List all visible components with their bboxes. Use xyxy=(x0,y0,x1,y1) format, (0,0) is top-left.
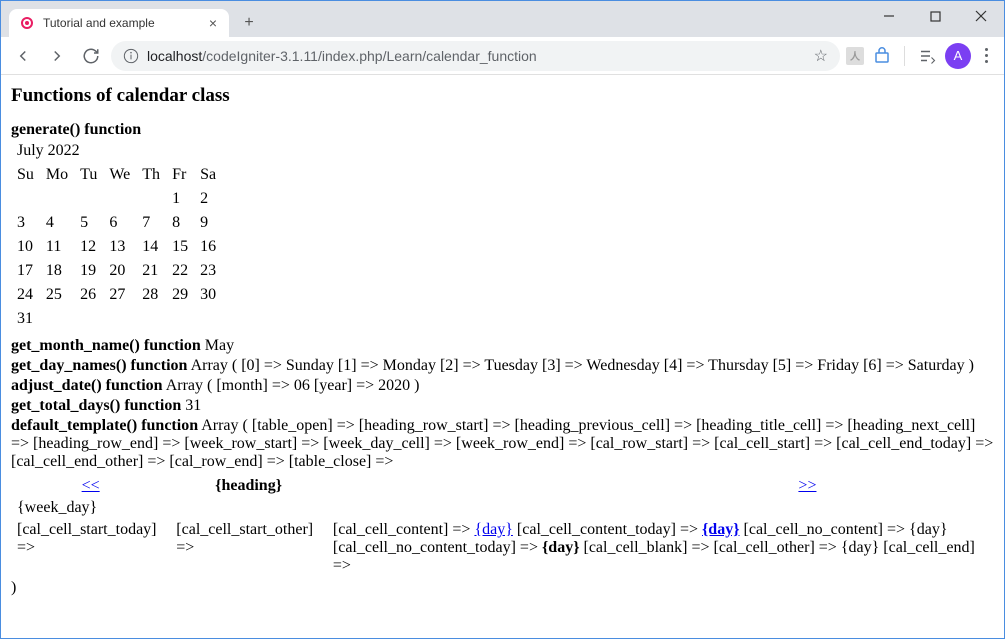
get-month-name-value: May xyxy=(205,337,234,354)
get-total-days-value: 31 xyxy=(185,397,201,414)
template-table: << {heading} >> {week_day} [cal_cell_sta… xyxy=(11,475,994,577)
adjust-date-value: Array ( [month] => 06 [year] => 2020 ) xyxy=(166,377,420,394)
browser-toolbar: localhost/codeIgniter-3.1.11/index.php/L… xyxy=(1,37,1004,75)
back-button[interactable] xyxy=(9,42,37,70)
prev-link[interactable]: << xyxy=(82,477,100,494)
calendar-week-row: 24252627282930 xyxy=(11,283,222,307)
get-day-names-label: get_day_names() function xyxy=(11,357,187,374)
adjust-date-label: adjust_date() function xyxy=(11,377,163,394)
day-link[interactable]: {day} xyxy=(474,521,512,538)
calendar-week-row: 10111213141516 xyxy=(11,235,222,259)
template-close-paren: ) xyxy=(11,579,994,597)
window-close[interactable] xyxy=(958,1,1004,31)
tab-strip: Tutorial and example × + xyxy=(1,1,1004,37)
tab-title: Tutorial and example xyxy=(43,16,199,30)
get-day-names-value: Array ( [0] => Sunday [1] => Monday [2] … xyxy=(191,357,974,374)
calendar-daynames-row: SuMoTuWeThFrSa xyxy=(11,163,222,187)
bookmark-star-icon[interactable]: ☆ xyxy=(814,46,828,66)
template-heading: {heading} xyxy=(215,477,282,494)
template-cell-content: [cal_cell_content] => {day} [cal_cell_co… xyxy=(327,519,994,577)
reload-button[interactable] xyxy=(77,42,105,70)
forward-button[interactable] xyxy=(43,42,71,70)
get-month-name-label: get_month_name() function xyxy=(11,337,201,354)
toolbar-divider xyxy=(904,46,905,66)
generate-function-label: generate() function xyxy=(11,121,141,138)
calendar-week-row: 12 xyxy=(11,187,222,211)
address-bar[interactable]: localhost/codeIgniter-3.1.11/index.php/L… xyxy=(111,41,840,71)
template-weekday: {week_day} xyxy=(11,497,994,519)
new-tab-button[interactable]: + xyxy=(235,9,263,37)
page-content: Functions of calendar class generate() f… xyxy=(1,75,1004,638)
browser-menu-icon[interactable] xyxy=(977,48,996,63)
get-total-days-label: get_total_days() function xyxy=(11,397,181,414)
reading-list-icon[interactable] xyxy=(915,44,939,68)
site-info-icon[interactable] xyxy=(123,48,139,64)
page-title: Functions of calendar class xyxy=(11,85,994,107)
calendar-week-row: 31 xyxy=(11,307,222,331)
extension-icon[interactable] xyxy=(870,44,894,68)
template-cell-start-today: [cal_cell_start_today] => xyxy=(11,519,170,577)
next-link[interactable]: >> xyxy=(798,477,816,494)
pdf-extension-icon[interactable]: 人 xyxy=(846,47,864,65)
browser-tab[interactable]: Tutorial and example × xyxy=(9,9,229,37)
favicon-icon xyxy=(19,15,35,31)
url-text: localhost/codeIgniter-3.1.11/index.php/L… xyxy=(147,48,806,64)
calendar-heading: July 2022 xyxy=(11,139,222,163)
tab-close-icon[interactable]: × xyxy=(207,15,219,31)
calendar-week-row: 17181920212223 xyxy=(11,259,222,283)
profile-avatar[interactable]: A xyxy=(945,43,971,69)
default-template-label: default_template() function xyxy=(11,417,198,434)
day-link-bold[interactable]: {day} xyxy=(702,521,740,538)
calendar-table: July 2022 SuMoTuWeThFrSa 12 3456789 1011… xyxy=(11,139,222,331)
calendar-week-row: 3456789 xyxy=(11,211,222,235)
window-maximize[interactable] xyxy=(912,1,958,31)
template-cell-start-other: [cal_cell_start_other] => xyxy=(170,519,327,577)
window-minimize[interactable] xyxy=(866,1,912,31)
